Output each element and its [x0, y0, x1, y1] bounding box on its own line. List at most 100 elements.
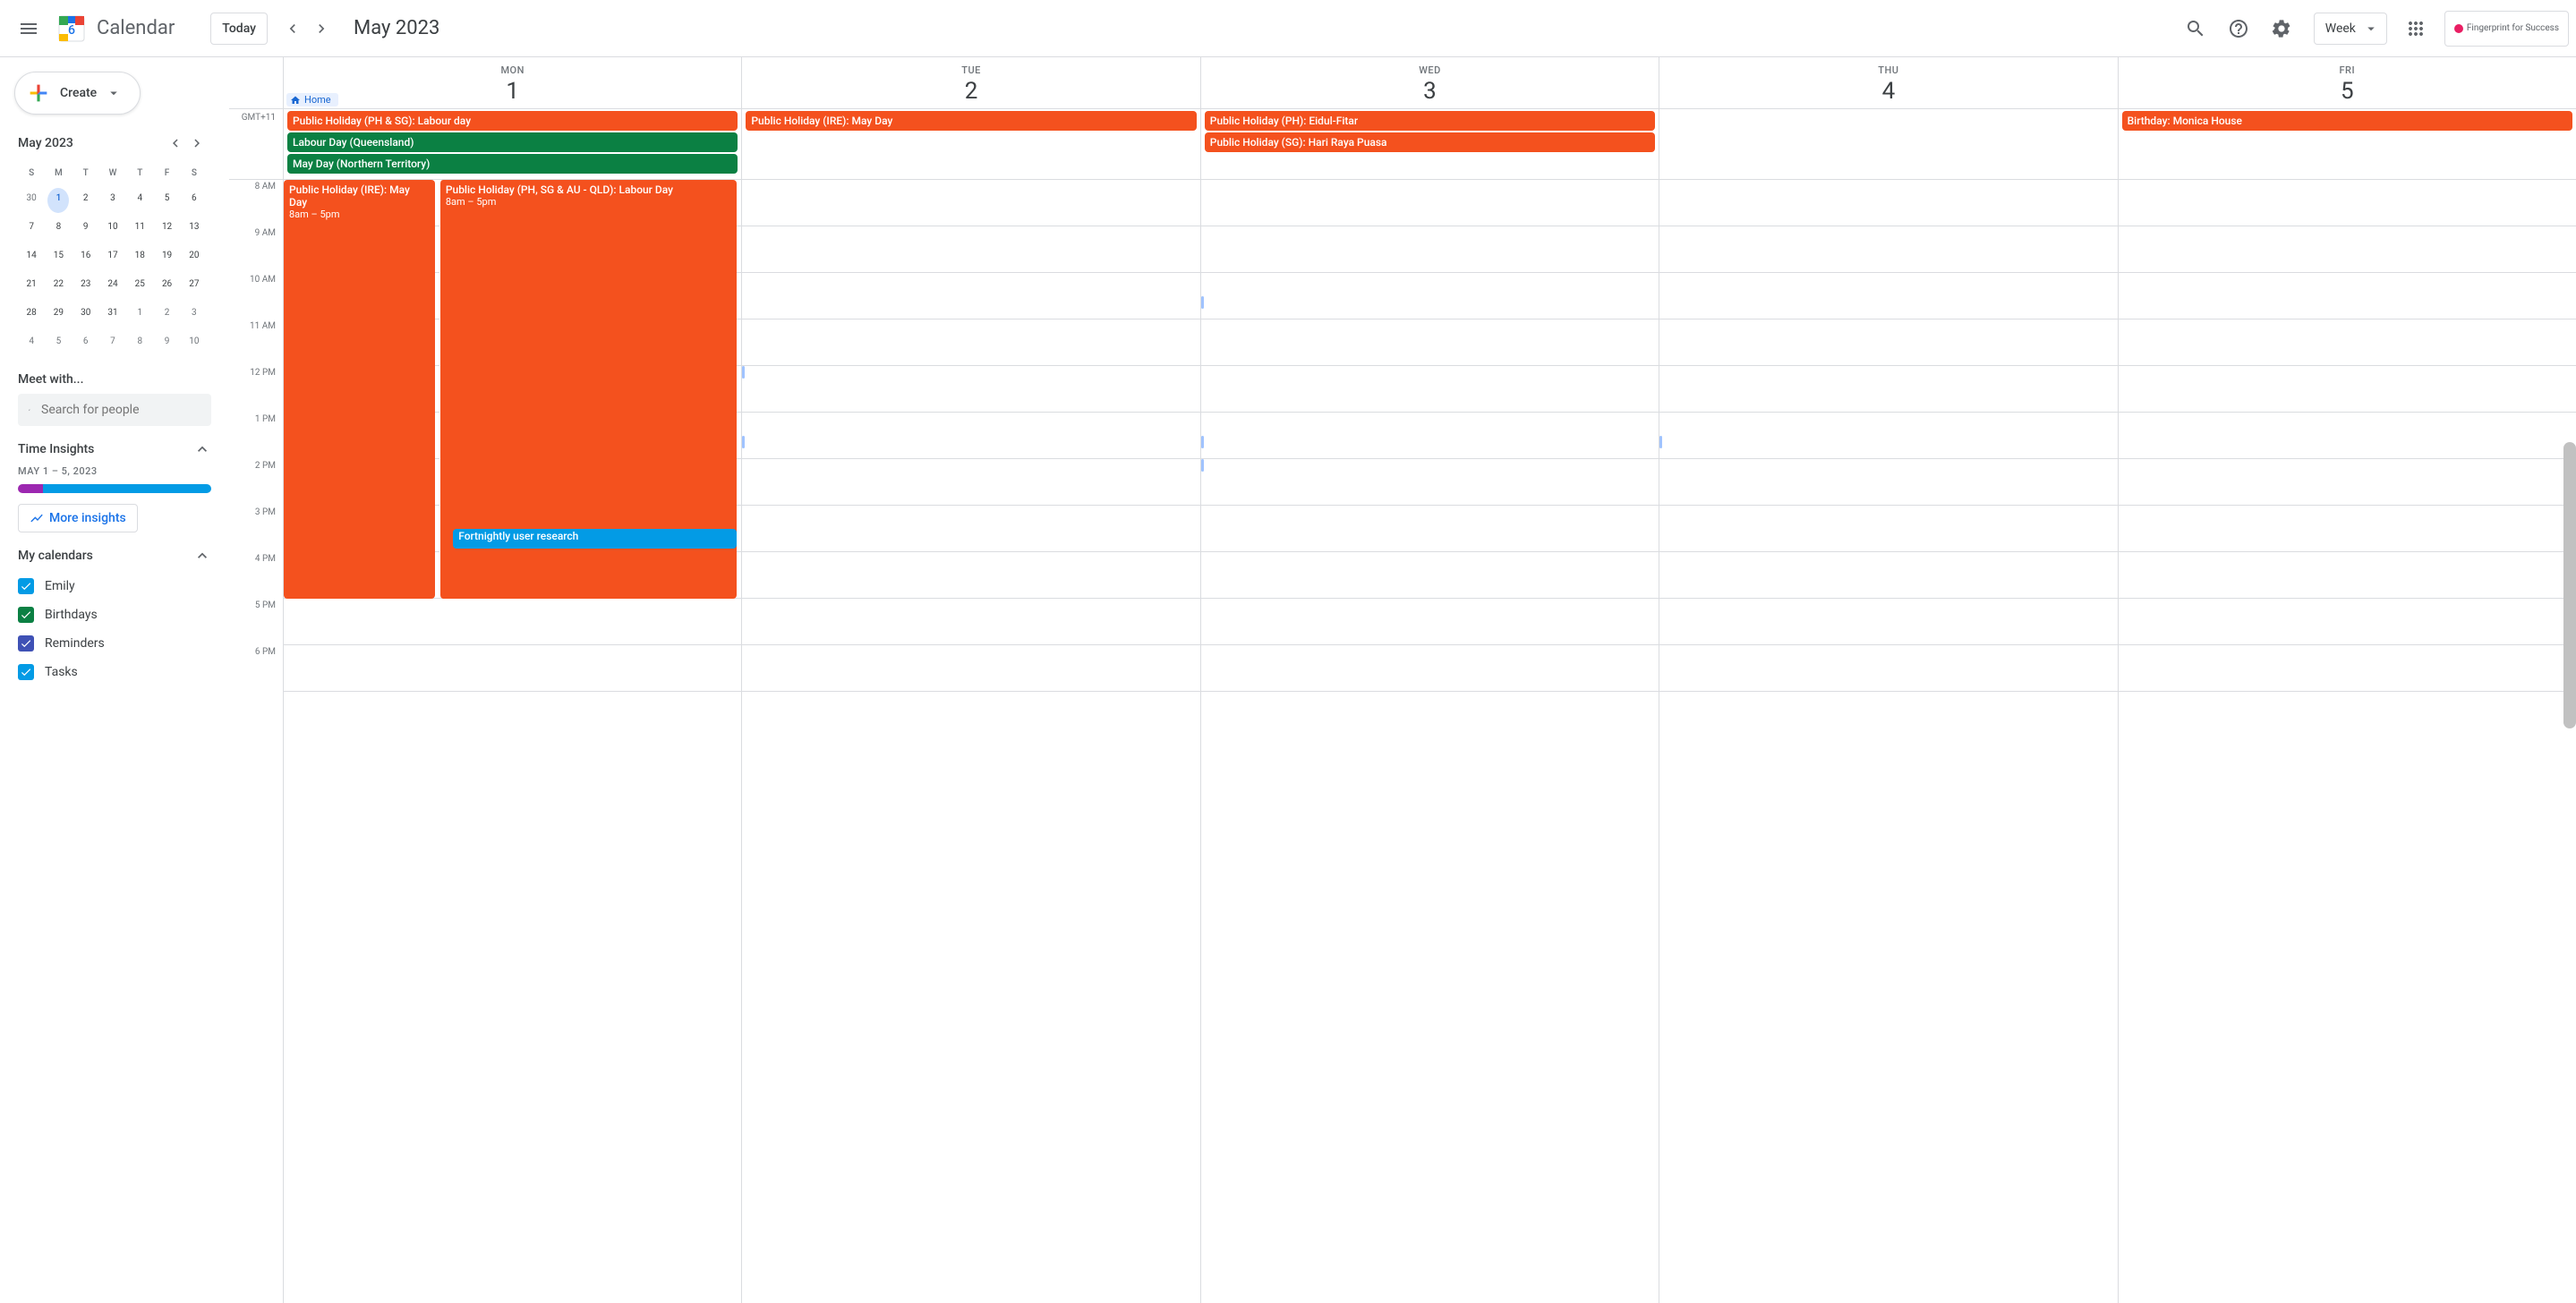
checkbox-icon[interactable]: [18, 664, 34, 680]
search-button[interactable]: [2178, 11, 2213, 47]
my-calendars-title[interactable]: My calendars: [18, 547, 211, 565]
mini-calendar-day[interactable]: 18: [129, 245, 150, 270]
mini-calendar-day[interactable]: 2: [157, 302, 178, 328]
allday-event-chip[interactable]: May Day (Northern Territory): [287, 154, 738, 174]
support-button[interactable]: [2221, 11, 2256, 47]
create-button[interactable]: Create: [14, 72, 141, 115]
event-indicator[interactable]: [1201, 296, 1204, 309]
allday-event-chip[interactable]: Public Holiday (PH): Eidul-Fitar: [1205, 111, 1655, 131]
extension-badge[interactable]: Fingerprint for Success: [2444, 11, 2569, 47]
event-indicator[interactable]: [1659, 436, 1662, 448]
allday-cell-mon[interactable]: Public Holiday (PH & SG): Labour dayLabo…: [283, 109, 741, 179]
time-column[interactable]: [741, 180, 1199, 1303]
mini-calendar-day[interactable]: 30: [21, 188, 42, 213]
day-header[interactable]: FRI5: [2118, 57, 2576, 108]
day-header[interactable]: THU4: [1659, 57, 2117, 108]
event-block[interactable]: Public Holiday (IRE): May Day8am – 5pm: [284, 180, 435, 599]
calendar-list-item[interactable]: Tasks: [11, 658, 211, 686]
checkbox-icon[interactable]: [18, 578, 34, 594]
mini-calendar-day[interactable]: 24: [102, 274, 124, 299]
mini-calendar-day[interactable]: 10: [183, 331, 205, 356]
mini-calendar-day[interactable]: 19: [157, 245, 178, 270]
mini-calendar-day[interactable]: 26: [157, 274, 178, 299]
allday-event-chip[interactable]: Public Holiday (PH & SG): Labour day: [287, 111, 738, 131]
time-column[interactable]: Public Holiday (IRE): May Day8am – 5pmPu…: [283, 180, 741, 1303]
mini-calendar-day[interactable]: 6: [183, 188, 205, 213]
day-header[interactable]: MON1: [283, 57, 741, 108]
prev-week-button[interactable]: [278, 14, 307, 43]
mini-calendar-day[interactable]: 9: [157, 331, 178, 356]
time-column[interactable]: [2118, 180, 2576, 1303]
allday-event-chip[interactable]: Labour Day (Queensland): [287, 132, 738, 152]
mini-calendar-day[interactable]: 22: [47, 274, 69, 299]
search-people-input[interactable]: [41, 403, 200, 417]
view-selector[interactable]: Week: [2314, 13, 2387, 45]
mini-calendar-day[interactable]: 31: [102, 302, 124, 328]
allday-cell-tue[interactable]: Public Holiday (IRE): May Day: [741, 109, 1199, 179]
calendar-list-item[interactable]: Emily: [11, 572, 211, 600]
mini-calendar-day[interactable]: 20: [183, 245, 205, 270]
mini-calendar-day[interactable]: 4: [129, 188, 150, 213]
mini-calendar-day[interactable]: 13: [183, 217, 205, 242]
mini-calendar-day[interactable]: 17: [102, 245, 124, 270]
next-week-button[interactable]: [307, 14, 336, 43]
mini-calendar-day[interactable]: 1: [129, 302, 150, 328]
mini-calendar-day[interactable]: 3: [183, 302, 205, 328]
mini-calendar-day[interactable]: 5: [47, 331, 69, 356]
event-indicator[interactable]: [742, 366, 745, 379]
mini-calendar-day[interactable]: 4: [21, 331, 42, 356]
checkbox-icon[interactable]: [18, 607, 34, 623]
mini-calendar-day[interactable]: 29: [47, 302, 69, 328]
mini-calendar-day[interactable]: 15: [47, 245, 69, 270]
more-insights-button[interactable]: More insights: [18, 504, 138, 532]
mini-calendar-day[interactable]: 3: [102, 188, 124, 213]
mini-calendar-day[interactable]: 7: [102, 331, 124, 356]
event-indicator[interactable]: [1201, 459, 1204, 472]
mini-calendar-day[interactable]: 28: [21, 302, 42, 328]
mini-calendar-day[interactable]: 10: [102, 217, 124, 242]
checkbox-icon[interactable]: [18, 635, 34, 652]
google-apps-button[interactable]: [2398, 11, 2434, 47]
time-insights-title[interactable]: Time Insights: [18, 440, 211, 458]
scrollbar-thumb[interactable]: [2563, 442, 2576, 728]
allday-event-chip[interactable]: Birthday: Monica House: [2122, 111, 2572, 131]
mini-calendar-day[interactable]: 12: [157, 217, 178, 242]
calendar-list-item[interactable]: Reminders: [11, 629, 211, 658]
mini-calendar-day[interactable]: 5: [157, 188, 178, 213]
home-chip[interactable]: Home: [286, 93, 338, 106]
mini-calendar-day[interactable]: 14: [21, 245, 42, 270]
mini-calendar-day[interactable]: 30: [75, 302, 97, 328]
event-indicator[interactable]: [1201, 436, 1204, 448]
search-people-field[interactable]: [18, 394, 211, 426]
mini-calendar-day[interactable]: 7: [21, 217, 42, 242]
time-column[interactable]: [1659, 180, 2117, 1303]
main-menu-button[interactable]: [7, 7, 50, 50]
allday-event-chip[interactable]: Public Holiday (SG): Hari Raya Puasa: [1205, 132, 1655, 152]
mini-calendar-next-button[interactable]: [186, 132, 208, 154]
event-block[interactable]: Fortnightly user research: [453, 529, 737, 549]
allday-event-chip[interactable]: Public Holiday (IRE): May Day: [746, 111, 1196, 131]
today-button[interactable]: Today: [210, 13, 268, 45]
mini-calendar-day[interactable]: 27: [183, 274, 205, 299]
day-header[interactable]: WED3: [1200, 57, 1659, 108]
mini-calendar-day[interactable]: 23: [75, 274, 97, 299]
mini-calendar-day[interactable]: 8: [129, 331, 150, 356]
mini-calendar-day[interactable]: 25: [129, 274, 150, 299]
allday-cell-thu[interactable]: [1659, 109, 2117, 179]
mini-calendar-day[interactable]: 2: [75, 188, 97, 213]
mini-calendar-day[interactable]: 11: [129, 217, 150, 242]
day-header[interactable]: TUE2: [741, 57, 1199, 108]
settings-button[interactable]: [2264, 11, 2299, 47]
mini-calendar-day[interactable]: 16: [75, 245, 97, 270]
event-indicator[interactable]: [742, 436, 745, 448]
mini-calendar-day[interactable]: 9: [75, 217, 97, 242]
mini-calendar-prev-button[interactable]: [165, 132, 186, 154]
calendar-list-item[interactable]: Birthdays: [11, 600, 211, 629]
allday-cell-wed[interactable]: Public Holiday (PH): Eidul-FitarPublic H…: [1200, 109, 1659, 179]
mini-calendar-day[interactable]: 21: [21, 274, 42, 299]
time-column[interactable]: [1200, 180, 1659, 1303]
mini-calendar-day[interactable]: 1: [47, 188, 69, 213]
mini-calendar-day[interactable]: 8: [47, 217, 69, 242]
mini-calendar-day[interactable]: 6: [75, 331, 97, 356]
allday-cell-fri[interactable]: Birthday: Monica House: [2118, 109, 2576, 179]
